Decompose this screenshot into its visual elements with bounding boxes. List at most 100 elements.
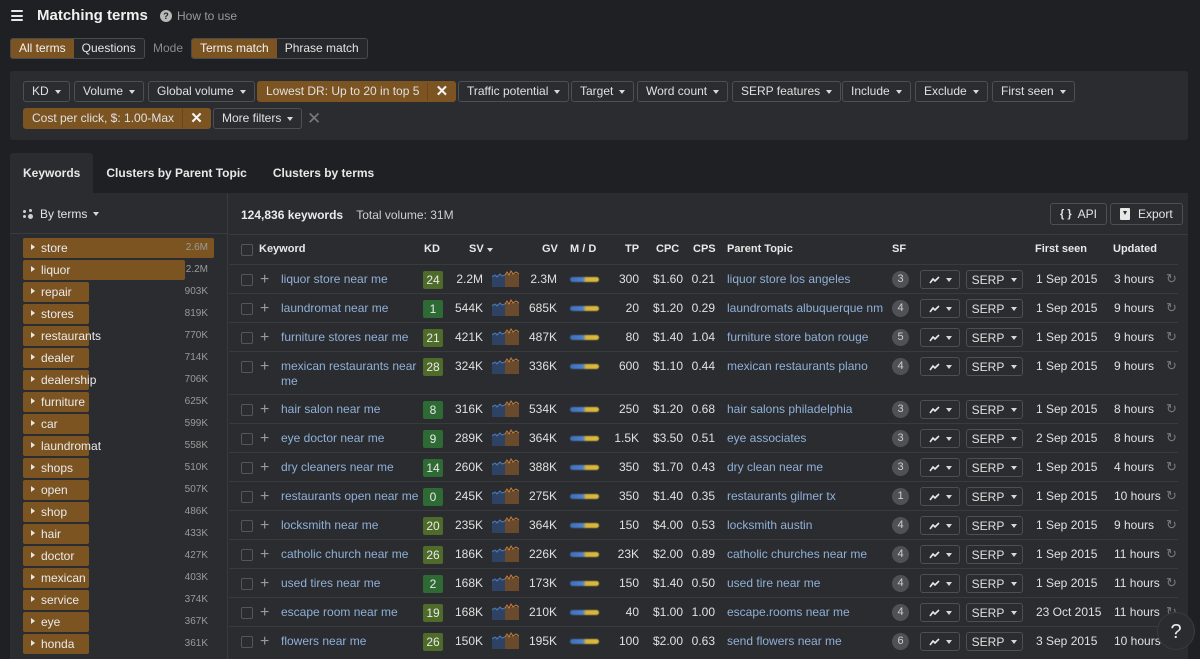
position-history-dropdown[interactable] xyxy=(920,328,960,347)
keyword-link[interactable]: dry cleaners near me xyxy=(281,460,421,475)
term-item[interactable]: furniture 625K xyxy=(23,392,214,412)
term-item[interactable]: doctor 427K xyxy=(23,546,214,566)
refresh-icon[interactable]: ↻ xyxy=(1166,546,1177,562)
row-checkbox[interactable] xyxy=(241,578,253,590)
keyword-link[interactable]: liquor store near me xyxy=(281,272,421,287)
parent-topic-link[interactable]: dry clean near me xyxy=(727,460,823,474)
term-item[interactable]: dealership 706K xyxy=(23,370,214,390)
parent-topic-link[interactable]: catholic churches near me xyxy=(727,547,867,561)
add-to-list-icon[interactable]: + xyxy=(260,605,269,621)
col-cpc[interactable]: CPC xyxy=(656,243,679,255)
keyword-link[interactable]: furniture stores near me xyxy=(281,330,421,345)
row-checkbox[interactable] xyxy=(241,636,253,648)
term-item[interactable]: car 599K xyxy=(23,414,214,434)
position-history-dropdown[interactable] xyxy=(920,603,960,622)
col-tp[interactable]: TP xyxy=(625,243,639,255)
filter-volume[interactable]: Volume xyxy=(74,81,145,102)
refresh-icon[interactable]: ↻ xyxy=(1166,459,1177,475)
position-history-dropdown[interactable] xyxy=(920,545,960,564)
term-item[interactable]: shop 486K xyxy=(23,502,214,522)
col-gv[interactable]: GV xyxy=(542,243,558,255)
tab-keywords[interactable]: Keywords xyxy=(10,153,94,193)
keyword-link[interactable]: escape room near me xyxy=(281,605,421,620)
keyword-link[interactable]: catholic church near me xyxy=(281,547,421,562)
filter-word-count[interactable]: Word count xyxy=(637,81,729,102)
row-checkbox[interactable] xyxy=(241,404,253,416)
row-checkbox[interactable] xyxy=(241,332,253,344)
keyword-link[interactable]: used tires near me xyxy=(281,576,421,591)
term-item[interactable]: open 507K xyxy=(23,480,214,500)
filter-cpc[interactable]: Cost per click, $: 1.00-Max ✕ xyxy=(23,108,212,129)
keyword-link[interactable]: laundromat near me xyxy=(281,301,421,316)
export-button[interactable]: Export xyxy=(1110,203,1183,225)
position-history-dropdown[interactable] xyxy=(920,429,960,448)
volume-trend-sparkline[interactable] xyxy=(492,399,519,417)
parent-topic-link[interactable]: mexican restaurants plano xyxy=(727,359,868,373)
term-item[interactable]: laundromat 558K xyxy=(23,436,214,456)
keyword-link[interactable]: flowers near me xyxy=(281,634,421,649)
col-first-seen[interactable]: First seen xyxy=(1035,243,1087,255)
volume-trend-sparkline[interactable] xyxy=(492,298,519,316)
parent-topic-link[interactable]: furniture store baton rouge xyxy=(727,330,868,344)
add-to-list-icon[interactable]: + xyxy=(260,634,269,650)
parent-topic-link[interactable]: eye associates xyxy=(727,431,806,445)
row-checkbox[interactable] xyxy=(241,274,253,286)
row-checkbox[interactable] xyxy=(241,607,253,619)
filter-lowest-dr[interactable]: Lowest DR: Up to 20 in top 5 ✕ xyxy=(257,81,457,102)
serp-dropdown[interactable]: SERP xyxy=(966,487,1023,506)
remove-filter-icon[interactable]: ✕ xyxy=(427,82,455,101)
volume-trend-sparkline[interactable] xyxy=(492,428,519,446)
volume-trend-sparkline[interactable] xyxy=(492,486,519,504)
parent-topic-link[interactable]: locksmith austin xyxy=(727,518,812,532)
serp-dropdown[interactable]: SERP xyxy=(966,429,1023,448)
volume-trend-sparkline[interactable] xyxy=(492,269,519,287)
col-parent-topic[interactable]: Parent Topic xyxy=(727,243,793,255)
volume-trend-sparkline[interactable] xyxy=(492,356,519,374)
filter-kd[interactable]: KD xyxy=(23,81,70,102)
refresh-icon[interactable]: ↻ xyxy=(1166,488,1177,504)
serp-dropdown[interactable]: SERP xyxy=(966,603,1023,622)
position-history-dropdown[interactable] xyxy=(920,357,960,376)
serp-dropdown[interactable]: SERP xyxy=(966,632,1023,651)
parent-topic-link[interactable]: escape.rooms near me xyxy=(727,605,850,619)
keyword-link[interactable]: mexican restaurants near me xyxy=(281,359,421,389)
col-kd[interactable]: KD xyxy=(424,243,440,255)
add-to-list-icon[interactable]: + xyxy=(260,431,269,447)
hamburger-icon[interactable] xyxy=(11,10,23,21)
add-to-list-icon[interactable]: + xyxy=(260,489,269,505)
filter-exclude[interactable]: Exclude xyxy=(915,81,988,102)
term-item[interactable]: honda 361K xyxy=(23,634,214,654)
serp-dropdown[interactable]: SERP xyxy=(966,574,1023,593)
add-to-list-icon[interactable]: + xyxy=(260,272,269,288)
parent-topic-link[interactable]: liquor store los angeles xyxy=(727,272,850,286)
position-history-dropdown[interactable] xyxy=(920,516,960,535)
parent-topic-link[interactable]: restaurants gilmer tx xyxy=(727,489,836,503)
refresh-icon[interactable]: ↻ xyxy=(1166,401,1177,417)
remove-filter-icon[interactable]: ✕ xyxy=(182,109,210,128)
volume-trend-sparkline[interactable] xyxy=(492,457,519,475)
refresh-icon[interactable]: ↻ xyxy=(1166,358,1177,374)
keyword-link[interactable]: locksmith near me xyxy=(281,518,421,533)
tab-clusters-parent-topic[interactable]: Clusters by Parent Topic xyxy=(93,153,259,193)
term-item[interactable]: liquor 2.2M xyxy=(23,260,214,280)
row-checkbox[interactable] xyxy=(241,433,253,445)
parent-topic-link[interactable]: send flowers near me xyxy=(727,634,842,648)
term-item[interactable]: service 374K xyxy=(23,590,214,610)
parent-topic-link[interactable]: laundromats albuquerque nm xyxy=(727,301,883,315)
add-to-list-icon[interactable]: + xyxy=(260,547,269,563)
row-checkbox[interactable] xyxy=(241,491,253,503)
col-sf[interactable]: SF xyxy=(892,243,906,255)
position-history-dropdown[interactable] xyxy=(920,632,960,651)
volume-trend-sparkline[interactable] xyxy=(492,573,519,591)
toggle-phrase-match[interactable]: Phrase match xyxy=(276,39,367,58)
api-button[interactable]: { } API xyxy=(1050,203,1107,225)
refresh-icon[interactable]: ↻ xyxy=(1166,575,1177,591)
row-checkbox[interactable] xyxy=(241,462,253,474)
position-history-dropdown[interactable] xyxy=(920,574,960,593)
parent-topic-link[interactable]: hair salons philadelphia xyxy=(727,402,852,416)
serp-dropdown[interactable]: SERP xyxy=(966,357,1023,376)
serp-dropdown[interactable]: SERP xyxy=(966,545,1023,564)
filter-global-volume[interactable]: Global volume xyxy=(148,81,255,102)
row-checkbox[interactable] xyxy=(241,303,253,315)
term-item[interactable]: mexican 403K xyxy=(23,568,214,588)
